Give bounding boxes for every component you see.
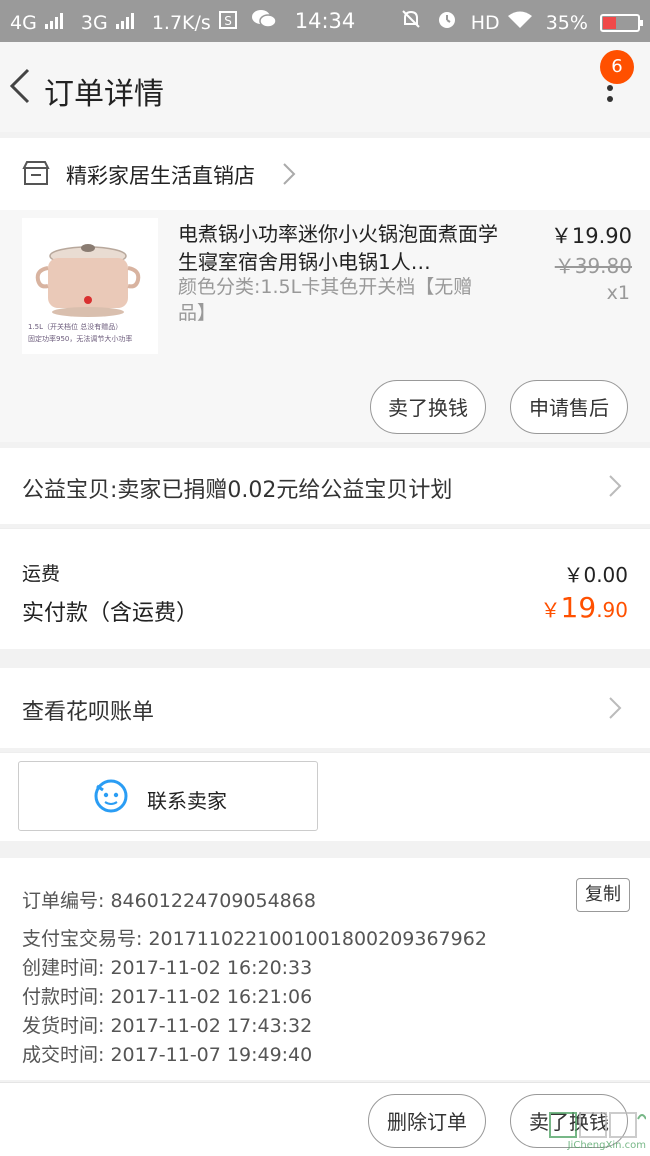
- order-item: 1.5L（开关档位 总没有赠品） 固定功率950，无法调节大小功率 电煮锅小功率…: [0, 210, 650, 442]
- completed-time: 成交时间: 2017-11-07 19:49:40: [22, 1044, 313, 1066]
- paid-integer: 19: [560, 591, 597, 624]
- nav-bar: 订单详情 6: [0, 42, 650, 132]
- contact-section: 联系卖家: [0, 752, 650, 841]
- created-time: 创建时间: 2017-11-02 16:20:33: [22, 957, 313, 979]
- mute-icon: [401, 10, 427, 34]
- contact-seller-label: 联系卖家: [147, 789, 227, 813]
- paid-amount: ￥19.90: [541, 591, 628, 624]
- thumb-caption-1: 1.5L（开关档位 总没有赠品）: [28, 323, 123, 331]
- paid-time: 付款时间: 2017-11-02 16:21:06: [22, 986, 313, 1008]
- store-icon: [22, 160, 50, 190]
- product-title[interactable]: 电煮锅小功率迷你小火锅泡面煮面学生寝室宿舍用锅小电锅1人…: [178, 220, 498, 276]
- back-button[interactable]: [6, 64, 36, 108]
- battery-icon: [600, 14, 643, 32]
- alipay-transaction-number: 支付宝交易号: 2017110221001001800209367962: [22, 928, 487, 950]
- chevron-right-icon: [608, 696, 622, 724]
- network-type: HD: [470, 12, 500, 34]
- paid-label: 实付款（含运费）: [22, 601, 199, 626]
- paid-decimal: .90: [596, 598, 628, 622]
- huabei-text: 查看花呗账单: [22, 700, 155, 725]
- charity-row[interactable]: 公益宝贝:卖家已捐赠0.02元给公益宝贝计划: [0, 448, 650, 524]
- sell-for-cash-bottom-button[interactable]: 卖了换钱: [510, 1094, 628, 1148]
- chat-icon: [93, 778, 129, 818]
- alarm-icon: [437, 12, 463, 34]
- contact-seller-button[interactable]: 联系卖家: [18, 761, 318, 831]
- chevron-right-icon: [282, 162, 296, 190]
- after-sale-button[interactable]: 申请售后: [510, 380, 628, 434]
- shop-name: 精彩家居生活直销店: [66, 164, 255, 188]
- order-number: 订单编号: 84601224709054868: [22, 890, 316, 912]
- battery-percent: 35%: [545, 12, 588, 34]
- copy-button[interactable]: 复制: [576, 878, 630, 912]
- payment-summary: 运费 ￥0.00 实付款（含运费） ￥19.90: [0, 528, 650, 649]
- product-spec: 颜色分类:1.5L卡其色开关档【无赠品】: [178, 276, 473, 324]
- wifi-icon: [507, 11, 538, 34]
- shipped-time: 发货时间: 2017-11-02 17:43:32: [22, 1015, 313, 1037]
- charity-text: 公益宝贝:卖家已捐赠0.02元给公益宝贝计划: [22, 478, 453, 503]
- chevron-left-icon: [9, 68, 30, 104]
- bottom-action-bar: 删除订单 卖了换钱: [0, 1082, 650, 1156]
- page-title: 订单详情: [44, 77, 164, 112]
- huabei-row[interactable]: 查看花呗账单: [0, 668, 650, 748]
- thumb-caption-2: 固定功率950，无法调节大小功率: [28, 335, 133, 343]
- paid-currency: ￥: [540, 598, 561, 622]
- product-price: ￥19.90: [550, 224, 632, 248]
- message-badge: 6: [600, 50, 634, 84]
- sell-for-cash-button[interactable]: 卖了换钱: [370, 380, 486, 434]
- chevron-right-icon: [608, 474, 622, 502]
- product-image[interactable]: 1.5L（开关档位 总没有赠品） 固定功率950，无法调节大小功率: [22, 218, 158, 354]
- shop-row[interactable]: 精彩家居生活直销店: [0, 138, 650, 210]
- product-quantity: x1: [606, 282, 630, 304]
- shipping-label: 运费: [22, 563, 61, 585]
- status-right: HD 35%: [399, 9, 643, 34]
- delete-order-button[interactable]: 删除订单: [368, 1094, 486, 1148]
- product-original-price: ￥39.80: [554, 254, 632, 278]
- shipping-value: ￥0.00: [563, 563, 628, 587]
- order-info: 订单编号: 84601224709054868 复制 支付宝交易号: 20171…: [0, 858, 650, 1080]
- battery-fill: [603, 17, 616, 29]
- status-bar: 4G 3G 1.7K/s S 14:34 HD 35%: [0, 0, 650, 42]
